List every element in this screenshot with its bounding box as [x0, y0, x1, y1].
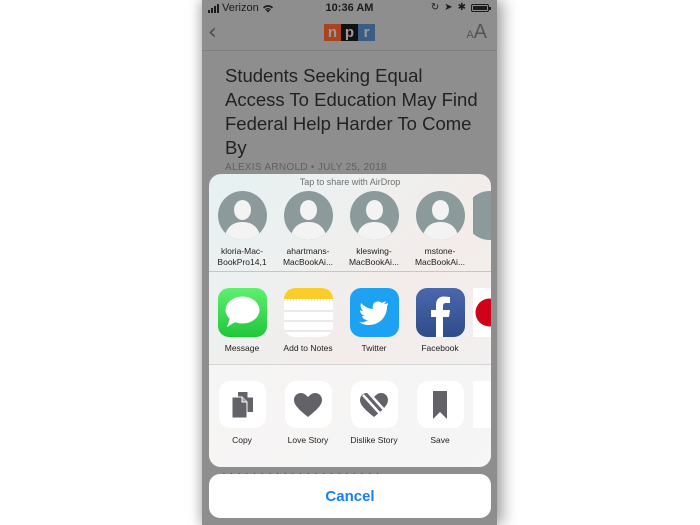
article-headline: Students Seeking Equal Access To Educati…: [225, 65, 478, 158]
action-label: Save: [430, 435, 450, 445]
airdrop-row[interactable]: kloria-Mac- BookPro14,1 ahartmans- MacBo…: [209, 191, 491, 272]
airdrop-target[interactable]: mstone- MacBookAi...: [407, 191, 473, 271]
broken-heart-icon: [350, 381, 398, 428]
npr-logo-p: p: [341, 24, 358, 41]
action-partial[interactable]: [473, 365, 491, 467]
share-app-notes[interactable]: Add to Notes: [275, 272, 341, 364]
chevron-left-icon[interactable]: ‹: [208, 20, 217, 45]
copy-icon: [218, 381, 266, 428]
apps-row[interactable]: Message Add to Notes Twitter Facebook: [209, 272, 491, 365]
nav-bar: ‹ n p r AA: [202, 16, 497, 51]
action-save[interactable]: Save: [407, 365, 473, 467]
airdrop-target[interactable]: kloria-Mac- BookPro14,1: [209, 191, 275, 271]
messages-icon: [217, 288, 267, 337]
bluetooth-icon: ✱: [457, 2, 466, 13]
share-app-message[interactable]: Message: [209, 272, 275, 364]
person-silhouette-icon: [349, 191, 399, 240]
orientation-lock-icon: ↻: [430, 2, 440, 13]
person-silhouette-icon: [217, 191, 267, 240]
action-label: Copy: [232, 435, 252, 445]
text-size-big-label: A: [473, 21, 487, 43]
text-size-small-label: A: [466, 29, 474, 41]
phone-screen: Verizon 10:36 AM ↻ ➤ ✱ ‹ n p r AA Studen…: [202, 0, 497, 525]
text-size-button[interactable]: AA: [466, 21, 487, 44]
share-app-label: Twitter: [361, 343, 387, 353]
npr-logo-r: r: [358, 24, 375, 41]
action-copy[interactable]: Copy: [209, 365, 275, 467]
article-byline: ALEXIS ARNOLD • JULY 25, 2018: [225, 162, 387, 173]
airdrop-label: Tap to share with AirDrop: [299, 177, 401, 187]
airdrop-target-label: ahartmans- MacBookAi...: [282, 246, 334, 267]
location-icon: ➤: [444, 2, 453, 13]
facebook-icon: [415, 288, 465, 337]
notes-icon: [283, 288, 333, 337]
cancel-button[interactable]: Cancel: [209, 474, 491, 518]
share-sheet: Tap to share with AirDrop kloria-Mac- Bo…: [209, 174, 491, 467]
airdrop-target[interactable]: kleswing- MacBookAi...: [341, 191, 407, 271]
bookmark-icon: [416, 381, 464, 428]
airdrop-target-label: kloria-Mac- BookPro14,1: [217, 246, 267, 267]
share-app-partial[interactable]: [473, 272, 491, 364]
battery-icon: [471, 3, 491, 12]
action-icon-partial: [473, 381, 491, 428]
npr-logo: n p r: [324, 24, 375, 41]
airdrop-target-label: mstone- MacBookAi...: [414, 246, 466, 267]
share-app-label: Add to Notes: [283, 343, 333, 353]
airdrop-target[interactable]: ahartmans- MacBookAi...: [275, 191, 341, 271]
heart-icon: [284, 381, 332, 428]
airdrop-target-label: kleswing- MacBookAi...: [348, 246, 400, 267]
actions-row[interactable]: Copy Love Story Dislike Story Save: [209, 365, 491, 467]
action-love-story[interactable]: Love Story: [275, 365, 341, 467]
app-icon-partial: [473, 288, 491, 337]
action-label: Love Story: [287, 435, 329, 445]
status-bar: Verizon 10:36 AM ↻ ➤ ✱: [202, 0, 497, 16]
action-label: Dislike Story: [350, 435, 398, 445]
npr-logo-n: n: [324, 24, 341, 41]
action-dislike-story[interactable]: Dislike Story: [341, 365, 407, 467]
person-silhouette-icon: [473, 191, 491, 240]
person-silhouette-icon: [283, 191, 333, 240]
share-app-facebook[interactable]: Facebook: [407, 272, 473, 364]
airdrop-target-partial[interactable]: [473, 191, 491, 271]
share-app-label: Message: [224, 343, 260, 353]
share-app-label: Facebook: [421, 343, 459, 353]
person-silhouette-icon: [415, 191, 465, 240]
share-app-twitter[interactable]: Twitter: [341, 272, 407, 364]
twitter-icon: [349, 288, 399, 337]
